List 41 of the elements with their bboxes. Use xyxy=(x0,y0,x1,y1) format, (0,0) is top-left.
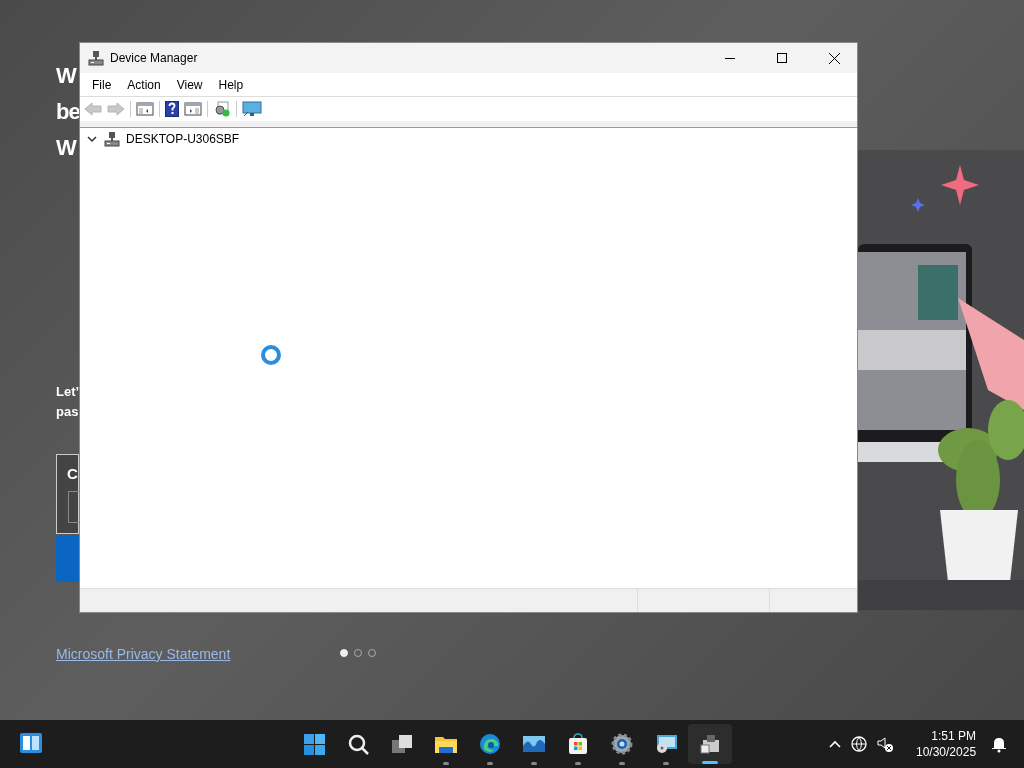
widgets-icon[interactable] xyxy=(18,730,44,756)
loading-spinner-icon xyxy=(260,344,282,366)
page-title-text: W xyxy=(56,62,78,90)
taskbar-app-button[interactable] xyxy=(688,724,732,764)
device-manager-icon xyxy=(88,50,104,66)
window-title: Device Manager xyxy=(110,51,199,65)
help-icon[interactable] xyxy=(165,101,179,117)
browser-icon xyxy=(480,734,500,754)
menu-item[interactable]: Action xyxy=(119,77,169,92)
page-body-text: Let’ xyxy=(56,383,80,401)
gear-icon xyxy=(611,733,633,755)
muted-speaker-icon[interactable] xyxy=(876,735,894,753)
menu-item[interactable]: File xyxy=(84,77,120,92)
globe-icon[interactable] xyxy=(850,735,868,753)
maximize-icon xyxy=(777,53,787,63)
device-manager-icon xyxy=(700,735,719,754)
chevron-down-icon[interactable] xyxy=(86,133,98,145)
minimize-icon xyxy=(725,57,735,59)
photo-viewer-icon xyxy=(523,736,545,752)
card-label: C xyxy=(67,465,78,482)
page-body-text: pas xyxy=(56,403,80,421)
search-icon xyxy=(348,734,369,755)
notification-bell-icon[interactable] xyxy=(990,735,1009,753)
menu-item[interactable]: Help xyxy=(210,77,252,92)
page-title-text: be xyxy=(56,98,80,126)
clock-time[interactable]: 1:51 PM xyxy=(931,728,977,744)
folder-icon xyxy=(435,737,457,753)
close-icon xyxy=(828,52,840,64)
monitor-icon[interactable] xyxy=(242,101,262,117)
menu-item[interactable]: View xyxy=(168,77,211,92)
page-title-text: W xyxy=(56,134,78,162)
clock-date[interactable]: 10/30/2025 xyxy=(916,744,977,760)
store-bag-icon xyxy=(569,733,587,754)
console-tree-icon[interactable] xyxy=(136,101,154,117)
monitor-disc-icon xyxy=(657,735,677,753)
computer-icon xyxy=(104,131,120,147)
tree-item[interactable]: DESKTOP-U306SBF xyxy=(126,132,240,146)
scan-hardware-icon[interactable] xyxy=(213,101,231,117)
windows-logo-icon xyxy=(304,734,325,755)
task-view-icon xyxy=(392,735,412,753)
action-pane-icon[interactable] xyxy=(184,101,202,117)
